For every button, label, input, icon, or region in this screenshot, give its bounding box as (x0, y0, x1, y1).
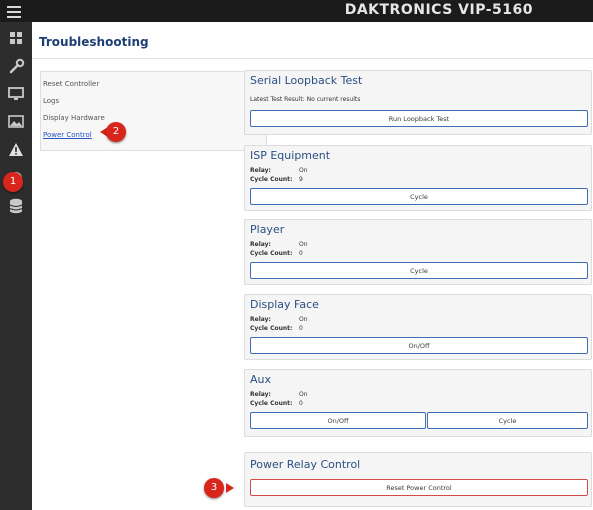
player-cycle-count-value: 0 (299, 250, 303, 257)
display-face-on-off-button[interactable]: On/Off (250, 337, 588, 354)
callout-marker-2: 2 (106, 122, 126, 142)
power-relay-control-title: Power Relay Control (250, 458, 361, 471)
main-content: Troubleshooting Reset Controller Logs Di… (32, 22, 593, 510)
callout-marker-3: 3 (204, 478, 224, 498)
page-title: Troubleshooting (39, 35, 149, 49)
display-face-relay-label: Relay: (250, 316, 271, 323)
aux-on-off-button[interactable]: On/Off (250, 412, 426, 429)
title-divider (32, 58, 593, 59)
image-icon[interactable] (0, 110, 32, 134)
run-loopback-test-button[interactable]: Run Loopback Test (250, 110, 588, 127)
display-face-cycle-count-label: Cycle Count: (250, 325, 293, 332)
aux-panel: Aux Relay: On Cycle Count: 0 On/Off Cycl… (244, 369, 592, 437)
player-title: Player (250, 223, 285, 236)
serial-loopback-panel: Serial Loopback Test Latest Test Result:… (244, 70, 592, 135)
aux-relay-value: On (299, 391, 308, 398)
brand-title: DAKTRONICS VIP-5160 (344, 2, 533, 18)
top-bar: DAKTRONICS VIP-5160 (0, 0, 593, 22)
monitor-icon[interactable] (0, 82, 32, 106)
isp-equipment-panel: ISP Equipment Relay: On Cycle Count: 9 C… (244, 145, 592, 211)
nav-item-logs[interactable]: Logs (43, 97, 59, 105)
sidebar (0, 22, 32, 510)
aux-title: Aux (250, 373, 272, 386)
warning-icon[interactable] (0, 138, 32, 162)
player-relay-value: On (299, 241, 308, 248)
aux-cycle-count-value: 0 (299, 400, 303, 407)
wrench-icon[interactable] (0, 54, 32, 78)
player-cycle-count-label: Cycle Count: (250, 250, 293, 257)
nav-item-power-control[interactable]: Power Control (43, 131, 92, 139)
nav-item-reset-controller[interactable]: Reset Controller (43, 80, 99, 88)
hamburger-icon[interactable] (7, 4, 21, 18)
aux-cycle-count-label: Cycle Count: (250, 400, 293, 407)
player-panel: Player Relay: On Cycle Count: 0 Cycle (244, 219, 592, 285)
isp-cycle-count-value: 9 (299, 176, 303, 183)
dashboard-icon[interactable] (0, 26, 32, 50)
isp-relay-value: On (299, 167, 308, 174)
callout-arrow-3 (226, 483, 234, 493)
callout-marker-1: 1 (3, 172, 23, 192)
aux-relay-label: Relay: (250, 391, 271, 398)
database-icon[interactable] (0, 194, 32, 218)
isp-cycle-count-label: Cycle Count: (250, 176, 293, 183)
troubleshooting-nav: Reset Controller Logs Display Hardware P… (40, 71, 267, 151)
reset-power-control-button[interactable]: Reset Power Control (250, 479, 588, 496)
power-relay-control-panel: Power Relay Control Reset Power Control (244, 452, 592, 507)
nav-item-display-hardware[interactable]: Display Hardware (43, 114, 105, 122)
display-face-panel: Display Face Relay: On Cycle Count: 0 On… (244, 294, 592, 360)
serial-loopback-title: Serial Loopback Test (250, 74, 363, 87)
isp-equipment-title: ISP Equipment (250, 149, 331, 162)
display-face-relay-value: On (299, 316, 308, 323)
isp-cycle-button[interactable]: Cycle (250, 188, 588, 205)
aux-cycle-button[interactable]: Cycle (427, 412, 588, 429)
player-relay-label: Relay: (250, 241, 271, 248)
latest-test-result: Latest Test Result: No current results (250, 96, 361, 103)
display-face-title: Display Face (250, 298, 319, 311)
isp-relay-label: Relay: (250, 167, 271, 174)
player-cycle-button[interactable]: Cycle (250, 262, 588, 279)
display-face-cycle-count-value: 0 (299, 325, 303, 332)
